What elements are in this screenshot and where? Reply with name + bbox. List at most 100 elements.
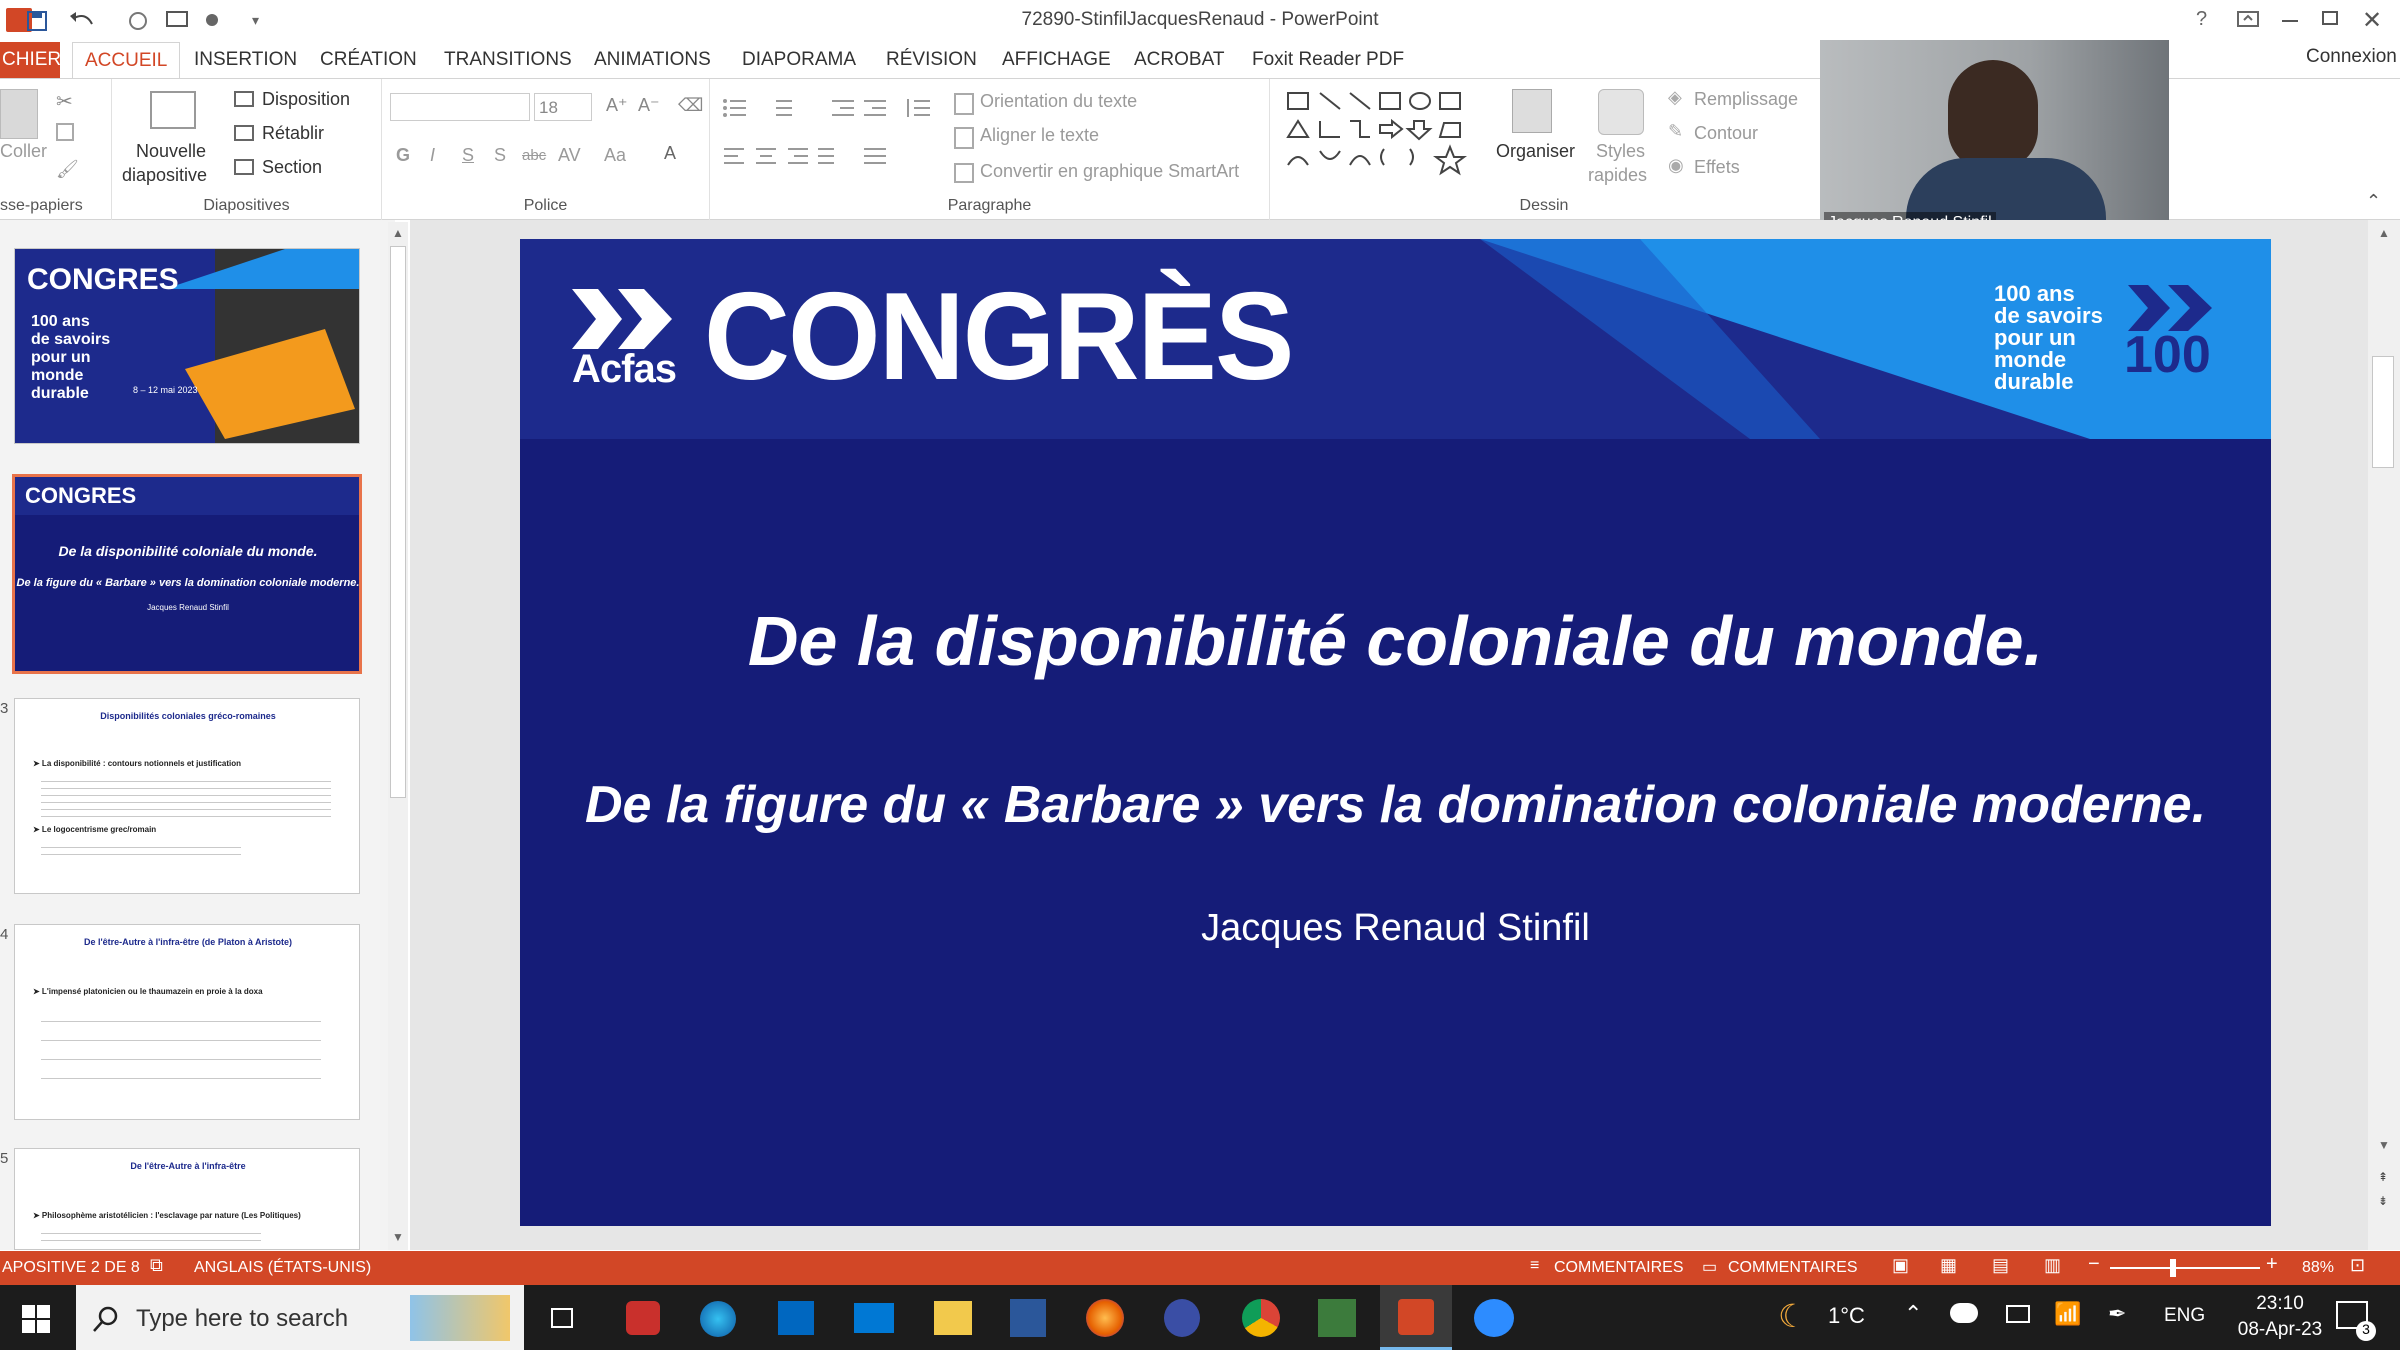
tab-animations[interactable]: ANIMATIONS xyxy=(582,42,723,78)
font-name-field[interactable] xyxy=(390,93,530,121)
search-placeholder[interactable]: Type here to search xyxy=(136,1305,348,1333)
shapes-gallery-icon[interactable] xyxy=(1284,87,1484,179)
help-button[interactable]: ? xyxy=(2196,8,2207,31)
language-indicator[interactable]: ANGLAIS (ÉTATS-UNIS) xyxy=(194,1259,371,1277)
current-slide[interactable]: Acfas CONGRÈS 100 ans de savoirs pour un mo… xyxy=(520,239,2271,1226)
scroll-thumb[interactable] xyxy=(390,246,406,798)
comments-icon[interactable]: ▭ xyxy=(1702,1257,1717,1277)
previous-slide-icon[interactable]: ⇞ xyxy=(2378,1170,2388,1184)
signin-link[interactable]: Connexion xyxy=(2306,46,2397,68)
slide-thumbnail-4[interactable]: De l'être-Autre à l'infra-être (de Plato… xyxy=(14,924,360,1120)
zoom-out-icon[interactable]: − xyxy=(2088,1253,2100,1276)
tab-home[interactable]: ACCUEIL xyxy=(72,42,181,78)
shape-fill-button[interactable]: Remplissage xyxy=(1694,89,1798,110)
next-slide-icon[interactable]: ⇟ xyxy=(2378,1194,2388,1208)
input-language[interactable]: ENG xyxy=(2164,1305,2205,1327)
slide-scrollbar[interactable]: ▲ ▼ ⇞ ⇟ xyxy=(2368,220,2400,1250)
fit-slide-icon[interactable]: ⊡ xyxy=(2350,1255,2365,1276)
new-slide-icon[interactable] xyxy=(150,91,196,129)
battery-icon[interactable] xyxy=(2006,1305,2030,1323)
format-painter-icon[interactable]: 🖌 xyxy=(56,159,79,180)
new-slide-label-1[interactable]: Nouvelle xyxy=(136,141,206,162)
zoom-level[interactable]: 88% xyxy=(2302,1259,2334,1277)
reset-button[interactable]: Rétablir xyxy=(262,123,324,144)
spacing-button[interactable]: AV xyxy=(558,145,581,166)
bullets-icon[interactable] xyxy=(722,97,750,119)
grow-font-icon[interactable]: A⁺ xyxy=(606,95,628,116)
scroll-down-icon[interactable]: ▼ xyxy=(2378,1138,2390,1152)
section-button[interactable]: Section xyxy=(262,157,322,178)
file-explorer-icon[interactable] xyxy=(934,1301,972,1335)
chrome-app-icon[interactable] xyxy=(1242,1299,1280,1337)
minimize-button[interactable] xyxy=(2282,20,2298,22)
onedrive-icon[interactable] xyxy=(1950,1303,1978,1323)
zoom-slider[interactable] xyxy=(2110,1267,2260,1269)
tab-insert[interactable]: INSERTION xyxy=(182,42,309,78)
bold-button[interactable]: G xyxy=(396,145,410,166)
zoom-slider-thumb[interactable] xyxy=(2170,1259,2176,1277)
scroll-thumb[interactable] xyxy=(2372,356,2394,468)
increase-indent-icon[interactable] xyxy=(862,97,888,119)
zoom-app-icon[interactable] xyxy=(1474,1299,1514,1337)
font-size-field[interactable]: 18 xyxy=(534,93,592,121)
thumbnails-scrollbar[interactable]: ▲ ▼ xyxy=(388,222,408,1250)
reading-view-icon[interactable]: ▤ xyxy=(1992,1255,2009,1276)
comments-button[interactable]: COMMENTAIRES xyxy=(1728,1259,1857,1277)
paste-button[interactable]: Coller xyxy=(0,141,47,162)
copy-icon[interactable] xyxy=(56,123,74,141)
quick-styles-label-2[interactable]: rapides xyxy=(1588,165,1647,186)
zoom-in-icon[interactable]: + xyxy=(2266,1253,2278,1276)
paste-icon[interactable] xyxy=(0,89,38,139)
clock-date[interactable]: 08-Apr-23 xyxy=(2222,1319,2338,1341)
scroll-up-icon[interactable]: ▲ xyxy=(392,226,404,240)
close-button[interactable]: ✕ xyxy=(2362,6,2382,35)
tab-foxit[interactable]: Foxit Reader PDF xyxy=(1240,42,1416,78)
text-direction-button[interactable]: Orientation du texte xyxy=(980,91,1137,112)
align-text-button[interactable]: Aligner le texte xyxy=(980,125,1099,146)
app-icon[interactable] xyxy=(1164,1299,1200,1337)
wifi-icon[interactable]: 📶 xyxy=(2054,1301,2081,1327)
arrange-button[interactable]: Organiser xyxy=(1496,141,1575,162)
slide-thumbnail-2[interactable]: CONGRES De la disponibilité coloniale du… xyxy=(12,474,362,674)
clear-format-icon[interactable]: ⌫ xyxy=(678,95,703,116)
underline-button[interactable]: S xyxy=(462,145,474,166)
tab-review[interactable]: RÉVISION xyxy=(874,42,989,78)
slide-thumbnail-5[interactable]: De l'être-Autre à l'infra-être ➤ Philoso… xyxy=(14,1148,360,1250)
layout-button[interactable]: Disposition xyxy=(262,89,350,110)
cut-icon[interactable]: ✂ xyxy=(56,89,73,114)
slide-title[interactable]: De la disponibilité coloniale du monde. xyxy=(520,601,2271,681)
edge-app-icon[interactable] xyxy=(700,1301,736,1337)
pen-icon[interactable]: ✒ xyxy=(2108,1301,2126,1327)
notes-button[interactable]: COMMENTAIRES xyxy=(1554,1259,1683,1277)
slide-author[interactable]: Jacques Renaud Stinfil xyxy=(520,907,2271,950)
new-slide-label-2[interactable]: diapositive xyxy=(122,165,207,186)
scroll-down-icon[interactable]: ▼ xyxy=(392,1230,404,1244)
columns-icon[interactable] xyxy=(862,145,888,167)
scroll-up-icon[interactable]: ▲ xyxy=(2378,226,2390,240)
decrease-indent-icon[interactable] xyxy=(830,97,856,119)
tab-transitions[interactable]: TRANSITIONS xyxy=(432,42,584,78)
pdf-reader-app-icon[interactable] xyxy=(626,1301,660,1335)
collapse-ribbon-icon[interactable]: ⌃ xyxy=(2366,191,2381,212)
slide-thumbnail-1[interactable]: CONGRES 100 ans de savoirs pour un monde dur… xyxy=(14,248,360,444)
store-app-icon[interactable] xyxy=(778,1301,814,1335)
spell-check-icon[interactable]: ⧉ xyxy=(150,1255,163,1276)
case-button[interactable]: Aa xyxy=(604,145,626,166)
tab-view[interactable]: AFFICHAGE xyxy=(990,42,1123,78)
alignment-icons[interactable] xyxy=(724,145,834,167)
tab-acrobat[interactable]: ACROBAT xyxy=(1122,42,1236,78)
arrange-icon[interactable] xyxy=(1512,89,1552,133)
task-view-icon[interactable] xyxy=(548,1305,576,1331)
tab-slideshow[interactable]: DIAPORAMA xyxy=(730,42,868,78)
weather-temperature[interactable]: 1°C xyxy=(1828,1303,1865,1329)
app-icon[interactable] xyxy=(1318,1299,1356,1337)
quick-styles-label-1[interactable]: Styles xyxy=(1596,141,1645,162)
shape-effects-button[interactable]: Effets xyxy=(1694,157,1740,178)
shape-outline-button[interactable]: Contour xyxy=(1694,123,1758,144)
slideshow-view-icon[interactable]: ▥ xyxy=(2044,1255,2061,1276)
clock-time[interactable]: 23:10 xyxy=(2240,1293,2320,1315)
notes-icon[interactable]: ≡ xyxy=(1530,1257,1539,1275)
shadow-button[interactable]: S xyxy=(494,145,506,166)
maximize-button[interactable] xyxy=(2322,11,2338,25)
slide-subtitle[interactable]: De la figure du « Barbare » vers la domi… xyxy=(520,775,2271,835)
